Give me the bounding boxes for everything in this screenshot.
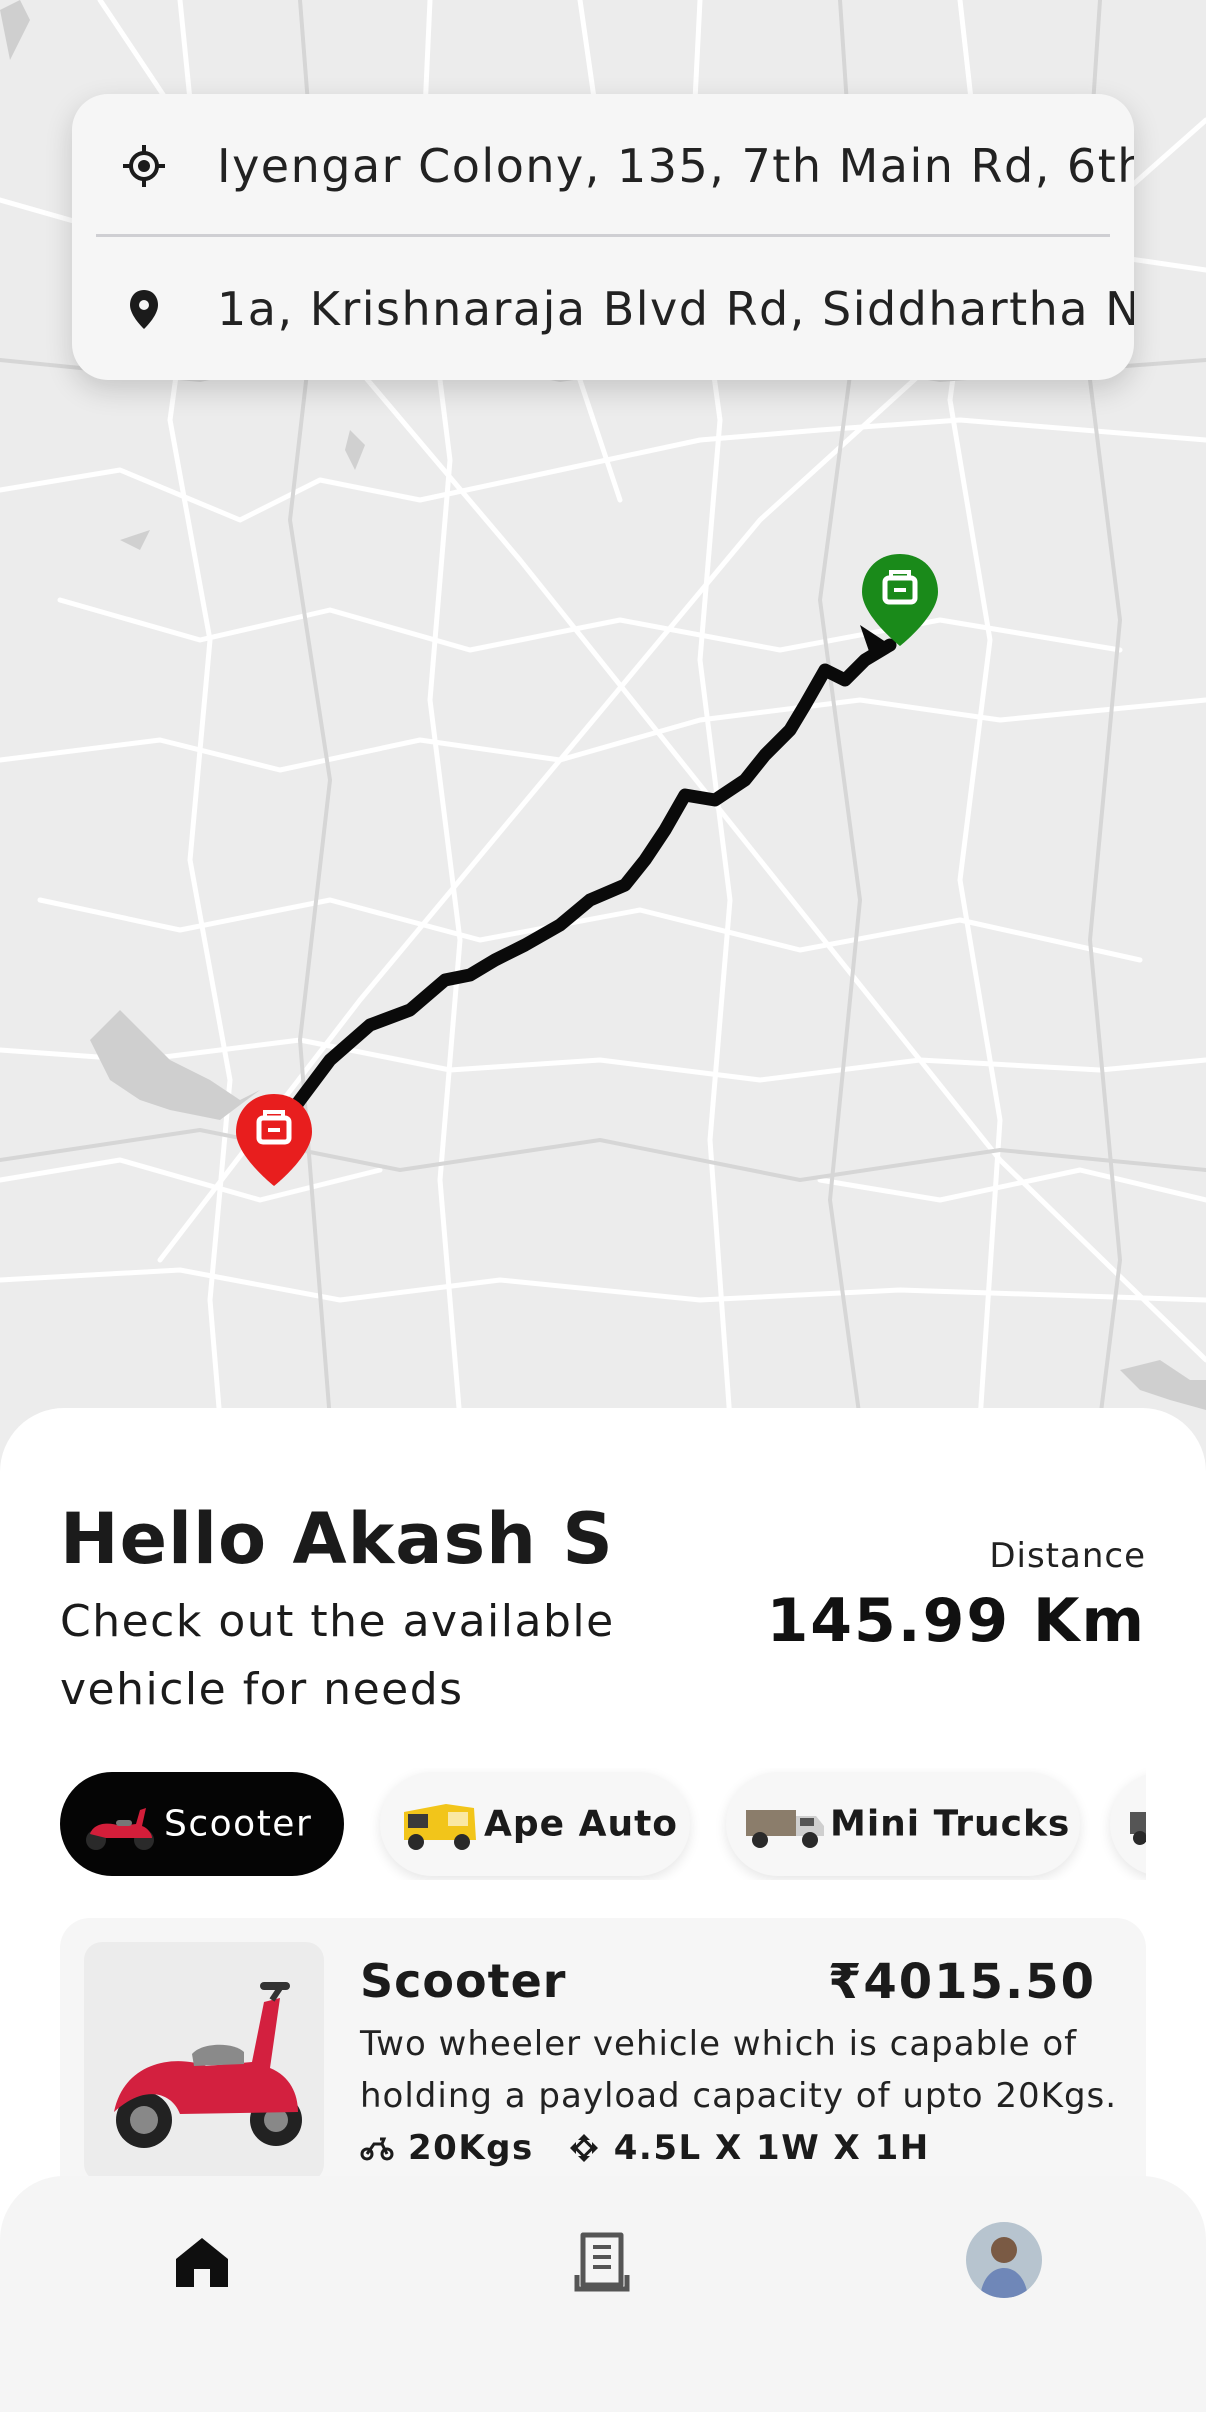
vehicle-name: Scooter bbox=[360, 1954, 567, 2008]
location-pin-icon bbox=[130, 289, 158, 329]
vehicle-image bbox=[84, 1942, 324, 2182]
drop-location-field[interactable]: 1a, Krishnaraja Blvd Rd, Siddhartha Naga… bbox=[72, 237, 1134, 380]
vehicle-chip-ape-auto[interactable]: Ape Auto bbox=[380, 1772, 690, 1876]
vehicle-specs: 20Kgs 4.5L X 1W X 1H bbox=[360, 2128, 964, 2168]
greeting-title: Hello Akash S bbox=[60, 1498, 614, 1580]
vehicle-thumbnail-icon bbox=[1130, 1812, 1146, 1845]
nav-profile-avatar[interactable] bbox=[966, 2222, 1042, 2298]
distance-label: Distance bbox=[989, 1536, 1146, 1576]
bottom-navigation bbox=[0, 2176, 1206, 2412]
vehicle-chip-label: Mini Trucks bbox=[830, 1803, 1071, 1845]
dimension-value: 4.5L X 1W X 1H bbox=[613, 2128, 930, 2168]
vehicle-chip-mini-trucks[interactable]: Mini Trucks bbox=[726, 1772, 1080, 1876]
vehicle-chip-label: Ape Auto bbox=[484, 1803, 679, 1845]
pickup-address-text: Iyengar Colony, 135, 7th Main Rd, 6th Bl… bbox=[217, 138, 1134, 193]
origin-marker-icon[interactable] bbox=[858, 550, 942, 650]
pickup-location-field[interactable]: Iyengar Colony, 135, 7th Main Rd, 6th Bl… bbox=[72, 94, 1134, 237]
vehicle-chip-scooter[interactable]: Scooter bbox=[60, 1772, 344, 1876]
scooter-image-icon bbox=[114, 1982, 302, 2148]
distance-value: 145.99 Km bbox=[766, 1586, 1146, 1656]
vehicle-description: Two wheeler vehicle which is capable of … bbox=[360, 2024, 1118, 2116]
dimension-spec: 4.5L X 1W X 1H bbox=[568, 2128, 930, 2168]
destination-marker-icon[interactable] bbox=[232, 1090, 316, 1190]
vehicle-chip-label: Scooter bbox=[164, 1803, 313, 1845]
nav-home[interactable] bbox=[162, 2222, 242, 2302]
orders-receipt-icon bbox=[574, 2232, 630, 2292]
ape-auto-thumbnail-icon bbox=[404, 1804, 476, 1850]
my-location-icon bbox=[123, 144, 165, 187]
avatar bbox=[966, 2222, 1042, 2298]
bike-icon bbox=[360, 2137, 394, 2161]
greeting-subtitle: Check out the available vehicle for need… bbox=[60, 1596, 615, 1715]
vehicle-type-selector: Scooter Ape Auto Mini Trucks bbox=[60, 1768, 1146, 1880]
vehicle-card-scooter[interactable]: Scooter ₹4015.50 Two wheeler vehicle whi… bbox=[60, 1918, 1146, 2218]
vehicle-price: ₹4015.50 bbox=[827, 1954, 1096, 2010]
home-icon bbox=[176, 2238, 228, 2287]
route-search-card: Iyengar Colony, 135, 7th Main Rd, 6th Bl… bbox=[72, 94, 1134, 380]
scooter-thumbnail-icon bbox=[86, 1808, 154, 1850]
nav-orders[interactable] bbox=[562, 2222, 642, 2302]
mini-truck-thumbnail-icon bbox=[746, 1810, 824, 1848]
drop-address-text: 1a, Krishnaraja Blvd Rd, Siddhartha Naga… bbox=[217, 281, 1134, 336]
move-arrows-icon bbox=[569, 2134, 598, 2162]
vehicle-chip-more[interactable] bbox=[1110, 1772, 1146, 1876]
payload-spec: 20Kgs bbox=[360, 2128, 534, 2168]
payload-value: 20Kgs bbox=[408, 2128, 534, 2168]
